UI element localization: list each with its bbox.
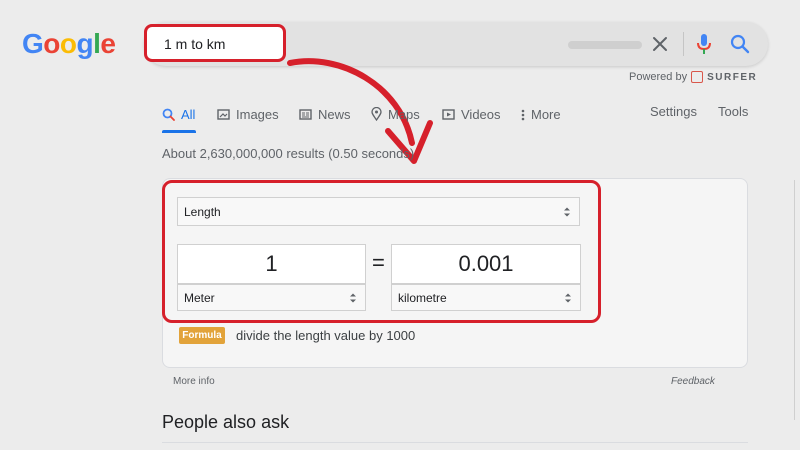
- tab-all[interactable]: All: [162, 104, 195, 124]
- video-icon: [442, 108, 455, 120]
- active-tab-indicator: [162, 130, 196, 133]
- tab-more[interactable]: More: [521, 104, 561, 124]
- tab-maps-label: Maps: [388, 106, 420, 122]
- tab-videos[interactable]: Videos: [442, 104, 501, 124]
- tools-link[interactable]: Tools: [718, 104, 748, 119]
- search-input[interactable]: 1 m to km: [164, 36, 225, 52]
- converter-highlight-frame: [162, 180, 601, 323]
- people-also-ask-heading: People also ask: [162, 412, 290, 432]
- logo-letter-o2: o: [59, 28, 77, 59]
- search-icon: [162, 108, 175, 121]
- tab-images-label: Images: [236, 106, 279, 122]
- blurred-content: [568, 41, 642, 49]
- powered-by-label: Powered by: [629, 71, 688, 83]
- clear-icon[interactable]: [650, 34, 670, 54]
- result-stats: About 2,630,000,000 results (0.50 second…: [162, 146, 415, 161]
- more-info-link[interactable]: More info: [173, 376, 215, 387]
- tab-more-label: More: [531, 106, 561, 122]
- logo-letter-o1: o: [43, 28, 60, 59]
- map-pin-icon: [371, 107, 382, 121]
- formula-text: divide the length value by 1000: [236, 328, 416, 343]
- feedback-link[interactable]: Feedback: [671, 376, 715, 387]
- tab-news-label: News: [318, 106, 351, 122]
- more-vertical-icon: [521, 109, 525, 120]
- image-icon: [217, 108, 230, 120]
- logo-letter-e: e: [100, 28, 116, 59]
- formula-badge: Formula: [179, 327, 225, 344]
- surfer-logo-icon: [691, 71, 704, 83]
- tab-images[interactable]: Images: [217, 104, 279, 124]
- news-icon: [299, 108, 312, 120]
- search-icon[interactable]: [730, 34, 750, 54]
- tab-videos-label: Videos: [461, 106, 501, 122]
- search-input-highlight[interactable]: 1 m to km: [144, 24, 286, 62]
- settings-link[interactable]: Settings: [650, 104, 697, 119]
- tab-all-label: All: [181, 106, 196, 122]
- logo-letter-g2: g: [76, 28, 94, 59]
- logo-letter-g: G: [22, 28, 44, 59]
- tab-maps[interactable]: Maps: [371, 104, 420, 124]
- google-logo[interactable]: Google: [22, 28, 116, 60]
- adjacent-panel-edge: [794, 180, 800, 420]
- surfer-brand: SURFER: [707, 71, 758, 83]
- tab-news[interactable]: News: [299, 104, 351, 124]
- powered-by: Powered by SURFER: [629, 71, 757, 83]
- mic-icon[interactable]: [695, 32, 713, 56]
- divider: [162, 442, 748, 443]
- search-bar-divider: [683, 32, 684, 56]
